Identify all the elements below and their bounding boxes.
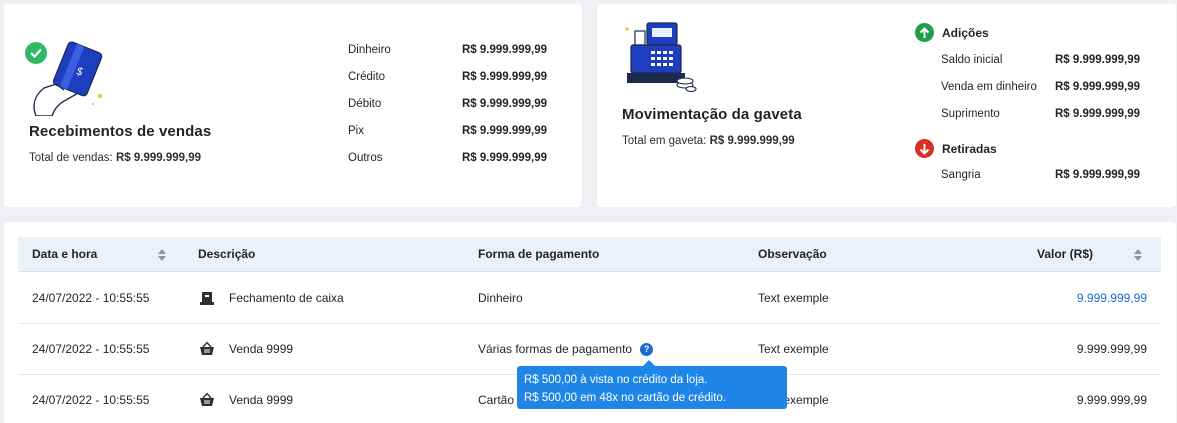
- cell-datetime: 24/07/2022 - 10:55:55: [32, 393, 150, 407]
- cell-value: 9.999.999,99: [1076, 342, 1147, 356]
- arrow-up-icon: [915, 23, 934, 42]
- arrow-down-icon: [915, 139, 934, 158]
- column-header-datetime[interactable]: Data e hora: [32, 237, 97, 272]
- sales-total: Total de vendas: R$ 9.999.999,99: [29, 152, 201, 164]
- sales-summary-card: $ Recebimentos de vendas Total de vendas…: [4, 4, 582, 207]
- column-header-note: Observação: [758, 247, 827, 261]
- cell-value: 9.999.999,99: [1076, 393, 1147, 407]
- cell-payment: Cartão: [478, 393, 515, 407]
- addition-row-value: R$ 9.999.999,99: [1055, 54, 1141, 66]
- addition-row-value: R$ 9.999.999,99: [1055, 108, 1141, 120]
- cash-register-illustration-icon: [621, 19, 697, 95]
- addition-row-label: Saldo inicial: [941, 54, 1003, 66]
- table-row[interactable]: 24/07/2022 - 10:55:55 Fechamento de caix…: [18, 273, 1161, 324]
- column-header-description: Descrição: [198, 247, 256, 261]
- sales-row-value: R$ 9.999.999,99: [462, 71, 548, 83]
- additions-heading: Adições: [915, 23, 989, 42]
- withdrawal-row-value: R$ 9.999.999,99: [1055, 169, 1141, 181]
- drawer-total: Total em gaveta: R$ 9.999.999,99: [622, 135, 795, 147]
- cell-description: Fechamento de caixa: [229, 291, 344, 305]
- cell-note: Text exemple: [758, 291, 829, 305]
- addition-row-label: Suprimento: [941, 108, 1000, 120]
- payment-methods-tooltip: R$ 500,00 à vista no crédito da loja. R$…: [517, 360, 787, 409]
- drawer-total-label: Total em gaveta:: [622, 135, 707, 147]
- tooltip-line: R$ 500,00 em 48x no cartão de crédito.: [524, 392, 727, 404]
- sales-row-value: R$ 9.999.999,99: [462, 98, 548, 110]
- cell-datetime: 24/07/2022 - 10:55:55: [32, 342, 150, 356]
- column-header-payment: Forma de pagamento: [478, 247, 600, 261]
- sales-row-label: Pix: [348, 125, 364, 137]
- sort-icon[interactable]: [157, 248, 167, 262]
- sales-row-value: R$ 9.999.999,99: [462, 152, 548, 164]
- addition-row-label: Venda em dinheiro: [941, 81, 1037, 93]
- addition-row-value: R$ 9.999.999,99: [1055, 81, 1141, 93]
- tooltip-line: R$ 500,00 à vista no crédito da loja.: [524, 374, 708, 386]
- sales-total-value: R$ 9.999.999,99: [115, 152, 202, 164]
- drawer-total-value: R$ 9.999.999,99: [709, 135, 795, 147]
- sales-row-label: Crédito: [348, 71, 386, 83]
- withdrawals-heading: Retiradas: [915, 139, 997, 158]
- table-header: Data e hora Descrição Forma de pagamento…: [18, 237, 1161, 272]
- sales-row-value: R$ 9.999.999,99: [462, 125, 548, 137]
- drawer-card-title: Movimentação da gaveta: [622, 106, 802, 123]
- help-icon[interactable]: ?: [640, 343, 654, 357]
- card-payment-illustration-icon: $: [25, 40, 106, 117]
- cell-payment: Dinheiro: [478, 291, 523, 305]
- additions-title: Adições: [942, 25, 989, 40]
- sales-row-label: Outros: [348, 152, 383, 164]
- sales-row-label: Débito: [348, 98, 382, 110]
- sales-total-label: Total de vendas:: [29, 152, 113, 164]
- cell-description: Venda 9999: [229, 342, 294, 356]
- basket-icon: [199, 341, 215, 357]
- sales-card-title: Recebimentos de vendas: [29, 123, 212, 140]
- cell-datetime: 24/07/2022 - 10:55:55: [32, 291, 150, 305]
- check-badge-icon: [25, 42, 47, 64]
- sales-row-label: Dinheiro: [348, 44, 391, 56]
- cell-description: Venda 9999: [229, 393, 294, 407]
- withdrawals-title: Retiradas: [942, 141, 997, 156]
- cash-register-icon: [199, 290, 215, 306]
- column-header-value[interactable]: Valor (R$): [1037, 237, 1093, 272]
- cell-payment-text: Várias formas de pagamento: [478, 342, 633, 356]
- withdrawal-row-label: Sangria: [941, 169, 981, 181]
- cell-value: 9.999.999,99: [1076, 291, 1147, 305]
- sort-icon[interactable]: [1133, 248, 1143, 262]
- drawer-summary-card: Movimentação da gaveta Total em gaveta: …: [597, 4, 1176, 207]
- basket-icon: [199, 392, 215, 408]
- sales-row-value: R$ 9.999.999,99: [462, 44, 548, 56]
